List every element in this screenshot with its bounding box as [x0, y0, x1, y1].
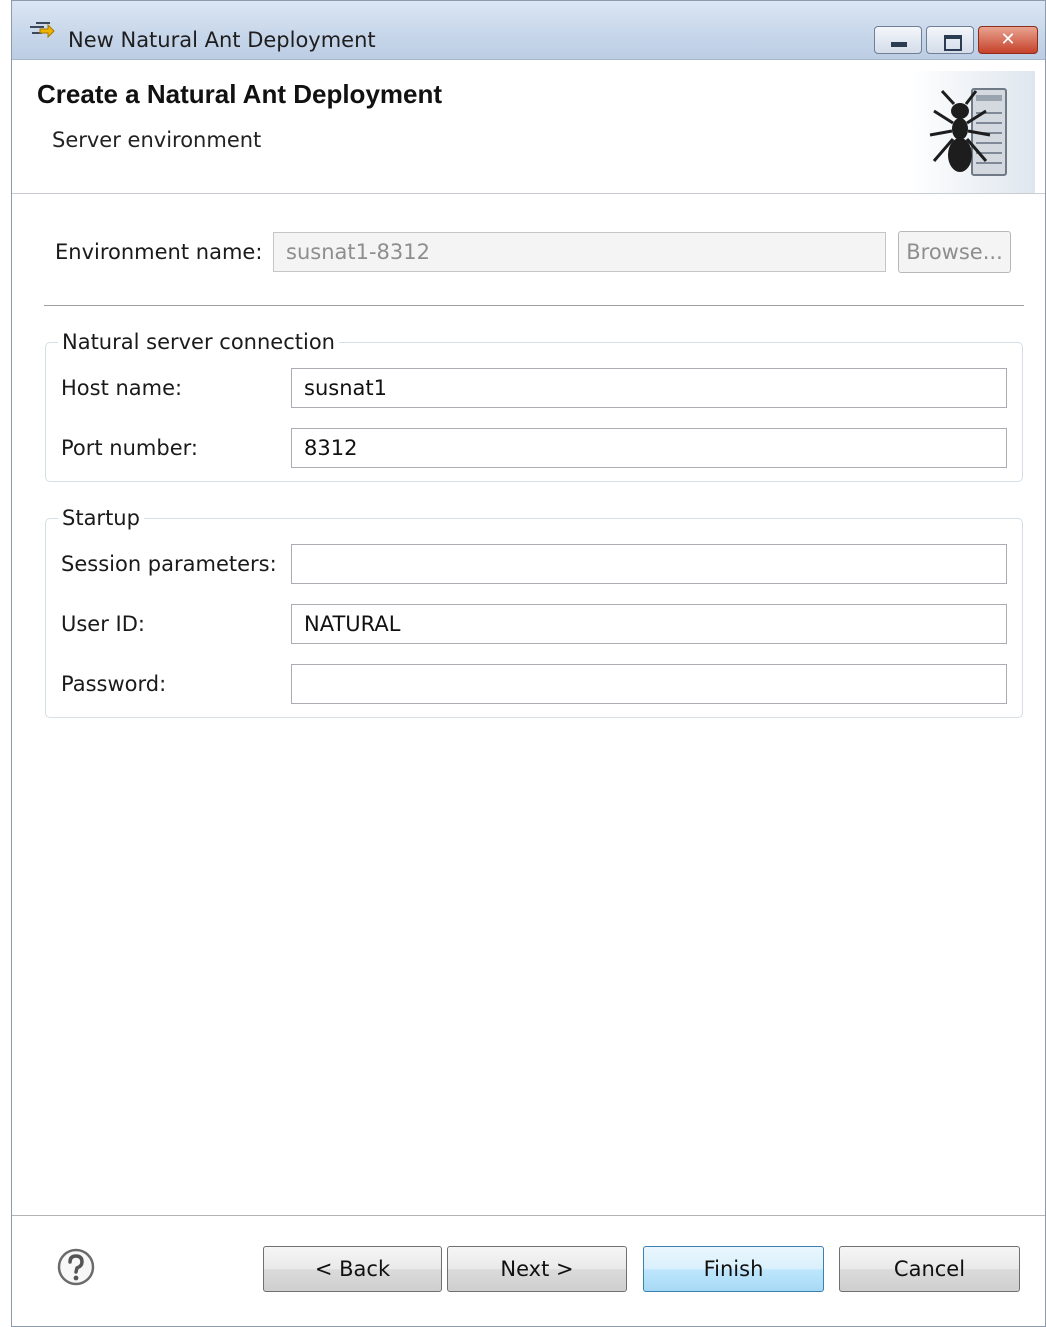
- minimize-icon: [891, 42, 907, 47]
- ant-wizard-icon: [26, 15, 56, 45]
- session-parameters-label: Session parameters:: [61, 552, 277, 576]
- environment-name-field: susnat1-8312: [273, 232, 886, 272]
- host-name-field[interactable]: susnat1: [291, 368, 1007, 408]
- startup-title: Startup: [58, 506, 144, 530]
- session-parameters-field[interactable]: [291, 544, 1007, 584]
- window-title: New Natural Ant Deployment: [68, 28, 376, 52]
- natural-server-connection-title: Natural server connection: [58, 330, 339, 354]
- separator: [44, 305, 1024, 306]
- environment-name-label: Environment name:: [55, 240, 263, 264]
- password-label: Password:: [61, 672, 167, 696]
- ant-server-icon: [910, 71, 1035, 193]
- port-number-label: Port number:: [61, 436, 198, 460]
- wizard-window: New Natural Ant Deployment ✕ Create a Na…: [11, 0, 1046, 1327]
- back-button[interactable]: < Back: [263, 1246, 442, 1292]
- title-bar[interactable]: New Natural Ant Deployment ✕: [12, 1, 1045, 60]
- maximize-icon: [944, 35, 962, 51]
- close-icon: ✕: [1000, 29, 1016, 50]
- password-field[interactable]: [291, 664, 1007, 704]
- maximize-button[interactable]: [926, 26, 974, 54]
- help-icon[interactable]: [56, 1247, 96, 1287]
- user-id-field[interactable]: NATURAL: [291, 604, 1007, 644]
- finish-button[interactable]: Finish: [643, 1246, 824, 1292]
- footer-separator-highlight: [12, 1216, 1045, 1217]
- port-number-field[interactable]: 8312: [291, 428, 1007, 468]
- cancel-button[interactable]: Cancel: [839, 1246, 1020, 1292]
- page-title: Create a Natural Ant Deployment: [37, 79, 443, 109]
- user-id-label: User ID:: [61, 612, 145, 636]
- browse-button: Browse...: [898, 231, 1011, 273]
- minimize-button[interactable]: [874, 26, 922, 54]
- host-name-label: Host name:: [61, 376, 183, 400]
- close-button[interactable]: ✕: [978, 26, 1038, 54]
- page-subtitle: Server environment: [52, 128, 262, 152]
- next-button[interactable]: Next >: [447, 1246, 627, 1292]
